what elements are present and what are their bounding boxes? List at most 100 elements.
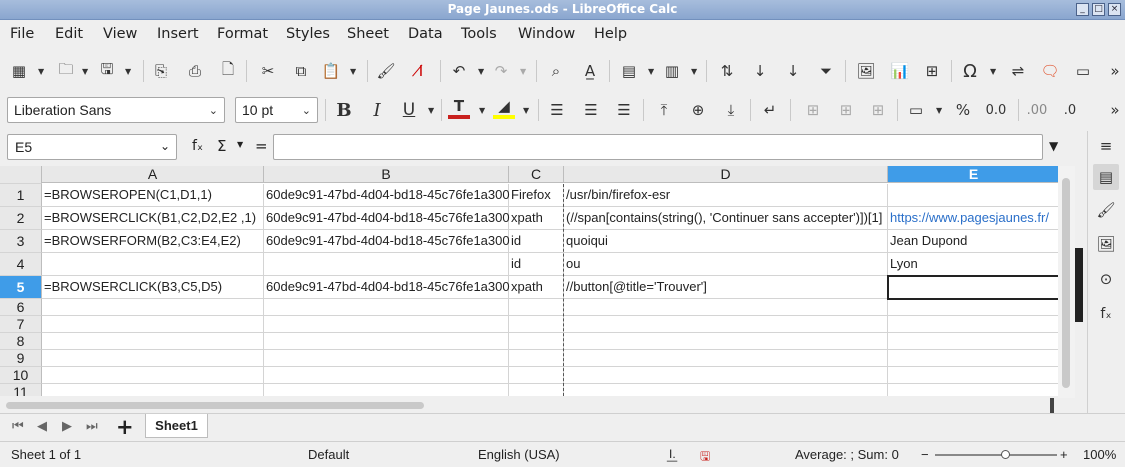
chevron-down-icon[interactable]: ▼ (350, 67, 356, 76)
spelling-icon[interactable]: A̲ (579, 60, 601, 82)
cell-d9[interactable] (564, 350, 888, 367)
comment-icon[interactable]: 🗨 (1039, 60, 1061, 82)
add-sheet-icon[interactable]: + (116, 415, 134, 439)
chevron-down-icon[interactable]: ▼ (990, 67, 996, 76)
functions-icon[interactable]: fₓ (1095, 303, 1117, 325)
cell-a5[interactable]: =BROWSERCLICK(B3,C5,D5) (42, 276, 264, 299)
cell-e9[interactable] (888, 350, 1060, 367)
vertical-scrollbar-thumb[interactable] (1062, 178, 1070, 388)
menu-tools[interactable]: Tools (461, 26, 497, 42)
more-options-icon[interactable]: » (1104, 99, 1125, 121)
cell-c3[interactable]: id (509, 230, 564, 253)
cell-e3[interactable]: Jean Dupond (888, 230, 1060, 253)
cell-a7[interactable] (42, 316, 264, 333)
chevron-down-icon[interactable]: ▼ (82, 67, 88, 76)
cell-d5[interactable]: //button[@title='Trouver'] (564, 276, 888, 299)
sidebar-collapse-handle[interactable] (1075, 248, 1083, 322)
cell-e6[interactable] (888, 299, 1060, 316)
chevron-down-icon[interactable]: ▼ (691, 67, 697, 76)
cell-b6[interactable] (264, 299, 509, 316)
row-header-4[interactable]: 4 (0, 253, 42, 276)
select-all-corner[interactable] (0, 166, 42, 184)
expand-formula-bar-icon[interactable]: ▼ (1049, 139, 1058, 153)
insert-image-icon[interactable]: 🖼 (855, 60, 877, 82)
next-sheet-icon[interactable]: ▶ (62, 419, 72, 434)
cell-a8[interactable] (42, 333, 264, 350)
cell-d11[interactable] (564, 384, 888, 396)
chevron-down-icon[interactable]: ▼ (479, 106, 485, 115)
open-folder-icon[interactable]: 🗀 (55, 60, 77, 82)
chevron-down-icon[interactable]: ▼ (936, 106, 942, 115)
cell-b10[interactable] (264, 367, 509, 384)
column-icon[interactable]: ▥ (661, 60, 683, 82)
cell-c5[interactable]: xpath (509, 276, 564, 299)
pivot-table-icon[interactable]: ⊞ (921, 60, 943, 82)
copy-icon[interactable]: ⧉ (290, 60, 312, 82)
menu-help[interactable]: Help (594, 26, 627, 42)
row-header-1[interactable]: 1 (0, 184, 42, 207)
cell-a4[interactable] (42, 253, 264, 276)
new-spreadsheet-icon[interactable]: ▦ (8, 60, 30, 82)
column-header-d[interactable]: D (564, 166, 888, 183)
cell-b3[interactable]: 60de9c91-47bd-4d04-bd18-45c76fe1a300 (264, 230, 510, 253)
export-pdf-icon[interactable]: ⎘ (150, 60, 172, 82)
merge-center-icon[interactable]: ⊞ (835, 99, 857, 121)
bold-icon[interactable]: B (333, 99, 355, 121)
cell-c9[interactable] (509, 350, 564, 367)
menu-format[interactable]: Format (217, 26, 268, 42)
function-wizard-icon[interactable]: fₓ (192, 138, 203, 154)
cell-b5[interactable]: 60de9c91-47bd-4d04-bd18-45c76fe1a300 (264, 276, 510, 299)
chevron-down-icon[interactable]: ▼ (428, 106, 434, 115)
more-options-icon[interactable]: » (1104, 60, 1125, 82)
chevron-down-icon[interactable]: ▼ (648, 67, 654, 76)
font-color-icon[interactable]: T (448, 97, 470, 119)
align-bottom-icon[interactable]: ⤓ (720, 99, 742, 121)
align-left-icon[interactable]: ☰ (546, 99, 568, 121)
wrap-text-icon[interactable]: ↵ (759, 99, 781, 121)
cell-a2[interactable]: =BROWSERCLICK(B1,C2,D2,E2 ,1) (42, 207, 264, 230)
cell-b2[interactable]: 60de9c91-47bd-4d04-bd18-45c76fe1a300 (264, 207, 510, 230)
cell-c4[interactable]: id (509, 253, 564, 276)
row-header-9[interactable]: 9 (0, 350, 42, 367)
hyperlink-icon[interactable]: ⇌ (1007, 60, 1029, 82)
zoom-level[interactable]: 100% (1083, 447, 1116, 462)
language[interactable]: English (USA) (478, 447, 560, 462)
percent-format-icon[interactable]: % (952, 99, 974, 121)
page-style[interactable]: Default (308, 447, 349, 462)
column-header-c[interactable]: C (509, 166, 564, 183)
last-sheet-icon[interactable]: ⏭ (86, 419, 98, 434)
cell-d10[interactable] (564, 367, 888, 384)
insert-chart-icon[interactable]: 📊 (889, 60, 911, 82)
cell-e4[interactable]: Lyon (888, 253, 1060, 276)
cell-a10[interactable] (42, 367, 264, 384)
chevron-down-icon[interactable]: ▼ (523, 106, 529, 115)
cell-b7[interactable] (264, 316, 509, 333)
zoom-in-button[interactable]: + (1060, 447, 1068, 462)
chevron-down-icon[interactable]: ▼ (478, 67, 484, 76)
find-replace-icon[interactable]: ⌕ (545, 60, 567, 82)
menu-insert[interactable]: Insert (157, 26, 199, 42)
gallery-icon[interactable]: 🖼 (1095, 233, 1117, 255)
clone-formatting-icon[interactable]: 🖌 (375, 60, 397, 82)
navigator-icon[interactable]: ⊙ (1095, 268, 1117, 290)
align-right-icon[interactable]: ☰ (613, 99, 635, 121)
cell-c6[interactable] (509, 299, 564, 316)
delete-decimal-icon[interactable]: .0 (1059, 99, 1081, 121)
cell-a6[interactable] (42, 299, 264, 316)
cell-b4[interactable] (264, 253, 509, 276)
cell-a3[interactable]: =BROWSERFORM(B2,C3:E4,E2) (42, 230, 264, 253)
column-header-e[interactable]: E (888, 166, 1060, 183)
menu-file[interactable]: File (10, 26, 34, 42)
highlight-color-icon[interactable]: ◢ (493, 97, 515, 119)
cell-c11[interactable] (509, 384, 564, 396)
number-format-icon[interactable]: 0.0 (985, 99, 1007, 121)
sum-icon[interactable]: Σ (217, 137, 226, 155)
cut-icon[interactable]: ✂ (257, 60, 279, 82)
cell-d7[interactable] (564, 316, 888, 333)
sort-ascending-icon[interactable]: ↓ (749, 60, 771, 82)
italic-icon[interactable]: I (366, 99, 388, 121)
chevron-down-icon[interactable]: ▼ (38, 67, 44, 76)
print-icon[interactable]: ⎙ (184, 60, 206, 82)
paste-icon[interactable]: 📋 (320, 60, 342, 82)
column-header-a[interactable]: A (42, 166, 264, 183)
